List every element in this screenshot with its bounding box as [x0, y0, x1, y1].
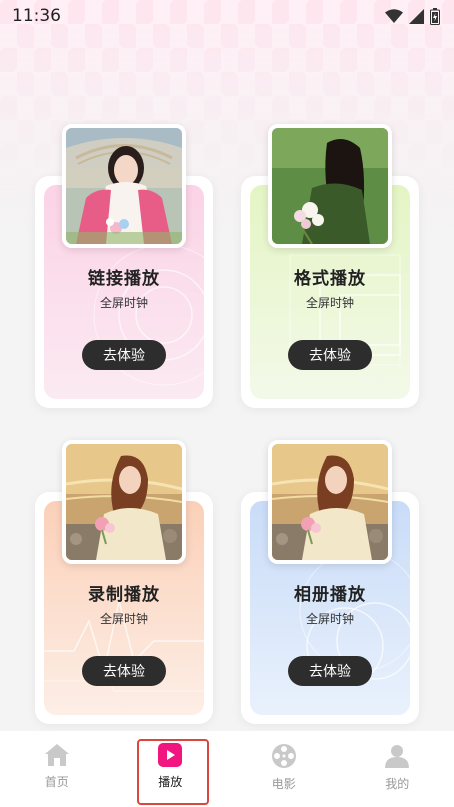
try-button[interactable]: 去体验: [82, 656, 166, 686]
card-title: 录制播放: [88, 585, 160, 605]
card-album-play[interactable]: 相册播放 全屏时钟 去体验: [241, 440, 419, 730]
girl-green-field-photo: [268, 124, 392, 248]
status-time: 11:36: [12, 6, 61, 26]
status-icons: [385, 7, 440, 25]
cell-signal-icon: [409, 8, 424, 24]
home-icon: [44, 743, 70, 767]
tab-label: 首页: [44, 775, 69, 789]
card-title: 链接播放: [88, 269, 160, 289]
tab-label: 电影: [271, 777, 296, 791]
film-reel-icon: [271, 743, 297, 769]
user-icon: [384, 743, 410, 769]
card-subtitle: 全屏时钟: [99, 612, 148, 626]
card-format-play[interactable]: 格式播放 全屏时钟 去体验: [241, 124, 419, 414]
card-record-play[interactable]: 录制播放 全屏时钟 去体验: [35, 440, 213, 730]
status-bar: 11:36: [0, 0, 454, 32]
card-title: 格式播放: [294, 269, 366, 289]
wifi-icon: [385, 9, 403, 23]
try-button[interactable]: 去体验: [82, 340, 166, 370]
tab-me[interactable]: 我的: [341, 731, 454, 807]
girl-seaside-photo: [268, 440, 392, 564]
girl-pink-cardigan-photo: [62, 124, 186, 248]
try-button[interactable]: 去体验: [288, 340, 372, 370]
card-subtitle: 全屏时钟: [305, 612, 354, 626]
bottom-tab-bar: 首页 播放 电影 我的: [0, 731, 454, 807]
card-title: 相册播放: [294, 585, 366, 605]
battery-icon: [430, 7, 440, 25]
tab-label: 我的: [385, 777, 410, 791]
card-subtitle: 全屏时钟: [305, 296, 354, 310]
girl-seaside-photo: [62, 440, 186, 564]
card-link-play[interactable]: 链接播放 全屏时钟 去体验: [35, 124, 213, 414]
try-button[interactable]: 去体验: [288, 656, 372, 686]
tab-home[interactable]: 首页: [0, 731, 114, 807]
tab-movies[interactable]: 电影: [227, 731, 341, 807]
active-tab-highlight: [137, 739, 209, 805]
card-subtitle: 全屏时钟: [99, 296, 148, 310]
